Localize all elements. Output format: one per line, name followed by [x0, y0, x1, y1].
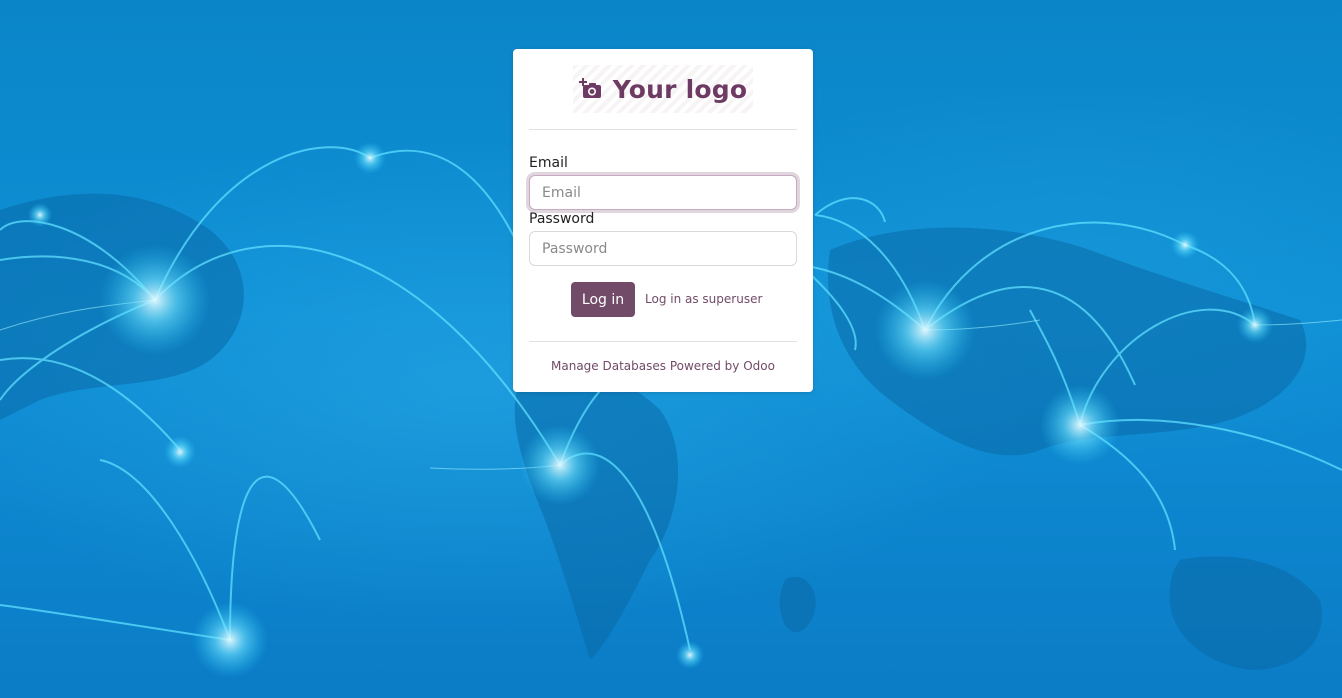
- powered-by-odoo-link[interactable]: Powered by Odoo: [670, 359, 775, 373]
- email-field[interactable]: [529, 175, 797, 210]
- company-logo[interactable]: Your logo: [573, 65, 753, 113]
- password-field[interactable]: [529, 231, 797, 266]
- password-label: Password: [529, 211, 595, 227]
- manage-databases-link[interactable]: Manage Databases: [551, 359, 666, 373]
- login-as-superuser-link[interactable]: Log in as superuser: [645, 292, 762, 306]
- add-camera-icon: [578, 78, 603, 100]
- footer-divider: [529, 341, 797, 342]
- logo-text: Your logo: [612, 74, 748, 104]
- header-divider: [529, 129, 797, 130]
- footer-links: Manage Databases Powered by Odoo: [513, 359, 813, 373]
- email-label: Email: [529, 155, 568, 171]
- login-button[interactable]: Log in: [571, 282, 635, 317]
